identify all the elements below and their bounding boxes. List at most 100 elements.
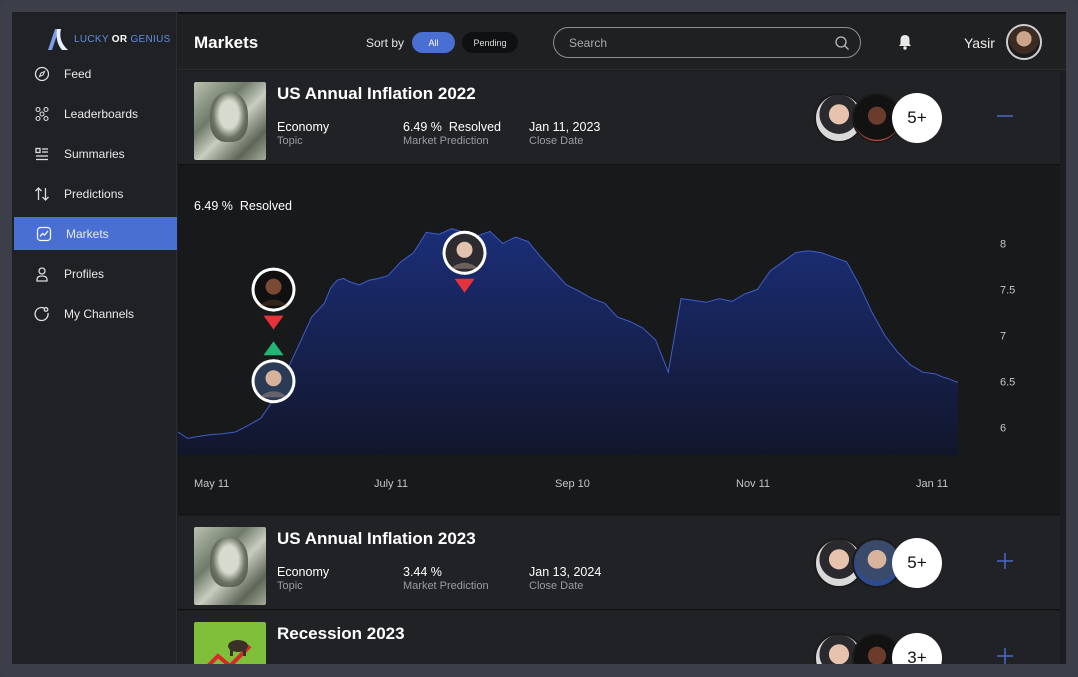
sort-label: Sort by <box>366 36 405 50</box>
network-icon <box>34 106 50 122</box>
scrollbar-track[interactable] <box>1060 70 1066 664</box>
x-tick-label: May 11 <box>194 478 229 490</box>
bell-icon[interactable] <box>898 34 912 50</box>
window-frame: LUCKY OR GENIUS Feed Leaderboards Summar… <box>0 0 1078 677</box>
sidebar-item-profiles[interactable]: Profiles <box>12 254 177 294</box>
avatar-face <box>265 370 282 387</box>
market-close-date: Jan 13, 2024 Close Date <box>529 565 601 592</box>
participant-avatars[interactable]: 3+ <box>814 633 944 664</box>
close-date-label: Close Date <box>529 135 584 147</box>
topic-label: Topic <box>277 580 303 592</box>
x-tick-label: Sep 10 <box>555 478 590 490</box>
logo-word-lucky: LUCKY <box>74 33 109 45</box>
expand-plus-icon[interactable] <box>996 552 1014 570</box>
x-tick-label: Nov 11 <box>736 478 770 490</box>
market-title: US Annual Inflation 2023 <box>277 529 476 548</box>
close-date-value: Jan 11, 2023 <box>529 120 601 134</box>
more-participants-badge: 3+ <box>892 633 942 664</box>
x-tick-label: Jan 11 <box>916 478 948 490</box>
sidebar-item-predictions[interactable]: Predictions <box>12 174 177 214</box>
trend-chart-icon <box>36 226 52 242</box>
app-window: LUCKY OR GENIUS Feed Leaderboards Summar… <box>12 12 1066 664</box>
logo-text: LUCKY OR GENIUS <box>74 34 171 45</box>
logo[interactable]: LUCKY OR GENIUS <box>44 26 171 52</box>
prediction-value: 3.44 % <box>403 565 442 579</box>
sidebar-item-label: Feed <box>64 67 92 81</box>
chart-area <box>178 228 958 455</box>
logo-word-genius: GENIUS <box>130 33 171 45</box>
collapse-minus-icon[interactable] <box>996 107 1014 125</box>
channel-icon <box>34 306 50 322</box>
sidebar-item-label: Predictions <box>64 187 124 201</box>
market-thumbnail <box>194 82 266 160</box>
logo-icon <box>48 29 68 50</box>
y-tick-label: 6.5 <box>1000 376 1015 388</box>
topic-value: Economy <box>277 565 330 579</box>
y-tick-label: 7 <box>1000 330 1006 342</box>
sort-pending-button[interactable]: Pending <box>462 32 518 53</box>
search-input[interactable] <box>569 35 819 51</box>
market-topic: Economy Topic <box>277 120 329 147</box>
participant-avatars[interactable]: 5+ <box>814 538 944 588</box>
topic-value: Economy <box>277 120 330 134</box>
market-row[interactable]: US Annual Inflation 2023 Economy Topic 3… <box>178 516 1066 610</box>
market-close-date: Jan 11, 2023 Close Date <box>529 120 600 147</box>
page-title: Markets <box>194 33 259 52</box>
y-tick-label: 8 <box>1000 238 1006 250</box>
search-icon[interactable] <box>834 35 850 51</box>
prediction-marker[interactable] <box>251 341 296 404</box>
up-arrow-icon <box>263 341 284 356</box>
market-row[interactable]: Recession 2023 3+ <box>178 611 1066 664</box>
sidebar: LUCKY OR GENIUS Feed Leaderboards Summar… <box>12 12 177 664</box>
x-tick-label: July 11 <box>374 478 408 490</box>
search-box <box>553 27 861 58</box>
close-date-value: Jan 13, 2024 <box>529 565 602 579</box>
market-thumbnail <box>194 622 266 664</box>
market-thumbnail <box>194 527 266 605</box>
prediction-label: Market Prediction <box>403 580 489 592</box>
market-prediction: 6.49 % Resolved Market Prediction <box>403 120 501 147</box>
prediction-value: 6.49 % Resolved <box>403 120 501 134</box>
avatar-face <box>265 278 282 295</box>
participant-avatars[interactable]: 5+ <box>814 93 944 143</box>
prediction-label: Market Prediction <box>403 135 489 147</box>
bull-market-icon <box>207 640 252 664</box>
price-chart[interactable]: 6 6.5 7 7.5 8 May 11 July 11 Sep 10 Nov 11 Jan 1… <box>178 165 1066 515</box>
sidebar-item-leaderboards[interactable]: Leaderboards <box>12 94 177 134</box>
prediction-marker[interactable] <box>251 267 296 330</box>
sidebar-item-label: Markets <box>66 226 109 241</box>
header: Markets Sort by All Pending Yasir <box>178 14 1066 70</box>
more-participants-badge: 5+ <box>892 538 942 588</box>
sidebar-item-summaries[interactable]: Summaries <box>12 134 177 174</box>
close-date-label: Close Date <box>529 580 584 592</box>
sort-arrows-icon <box>34 186 50 202</box>
user-name: Yasir <box>964 35 995 51</box>
logo-word-or: OR <box>111 33 128 45</box>
sidebar-item-label: Summaries <box>64 147 125 161</box>
market-topic: Economy Topic <box>277 565 329 592</box>
compass-icon <box>34 66 50 82</box>
y-tick-label: 7.5 <box>1000 284 1015 296</box>
topic-label: Topic <box>277 135 303 147</box>
expand-plus-icon[interactable] <box>996 647 1014 664</box>
sidebar-nav: Feed Leaderboards Summaries Predictions <box>12 54 177 334</box>
sidebar-item-feed[interactable]: Feed <box>12 54 177 94</box>
user-avatar[interactable] <box>1006 24 1042 60</box>
more-participants-badge: 5+ <box>892 93 942 143</box>
market-chart-panel: 6.49 % Resolved 6 6.5 7 7.5 8 May 11 July 11 S… <box>178 165 1066 515</box>
list-icon <box>34 146 50 162</box>
sort-all-button[interactable]: All <box>412 32 455 53</box>
market-row[interactable]: US Annual Inflation 2022 Economy Topic 6… <box>178 71 1066 165</box>
sidebar-item-my-channels[interactable]: My Channels <box>12 294 177 334</box>
market-title: Recession 2023 <box>277 624 405 643</box>
down-arrow-icon <box>263 315 284 330</box>
sidebar-item-markets[interactable]: Markets <box>14 217 177 250</box>
market-prediction: 3.44 % Market Prediction <box>403 565 489 592</box>
market-title: US Annual Inflation 2022 <box>277 84 476 103</box>
sidebar-item-label: My Channels <box>64 307 135 321</box>
sidebar-item-label: Profiles <box>64 267 105 281</box>
sidebar-item-label: Leaderboards <box>64 107 139 121</box>
user-icon <box>34 266 50 282</box>
y-tick-label: 6 <box>1000 422 1006 434</box>
avatar-face <box>456 241 473 258</box>
